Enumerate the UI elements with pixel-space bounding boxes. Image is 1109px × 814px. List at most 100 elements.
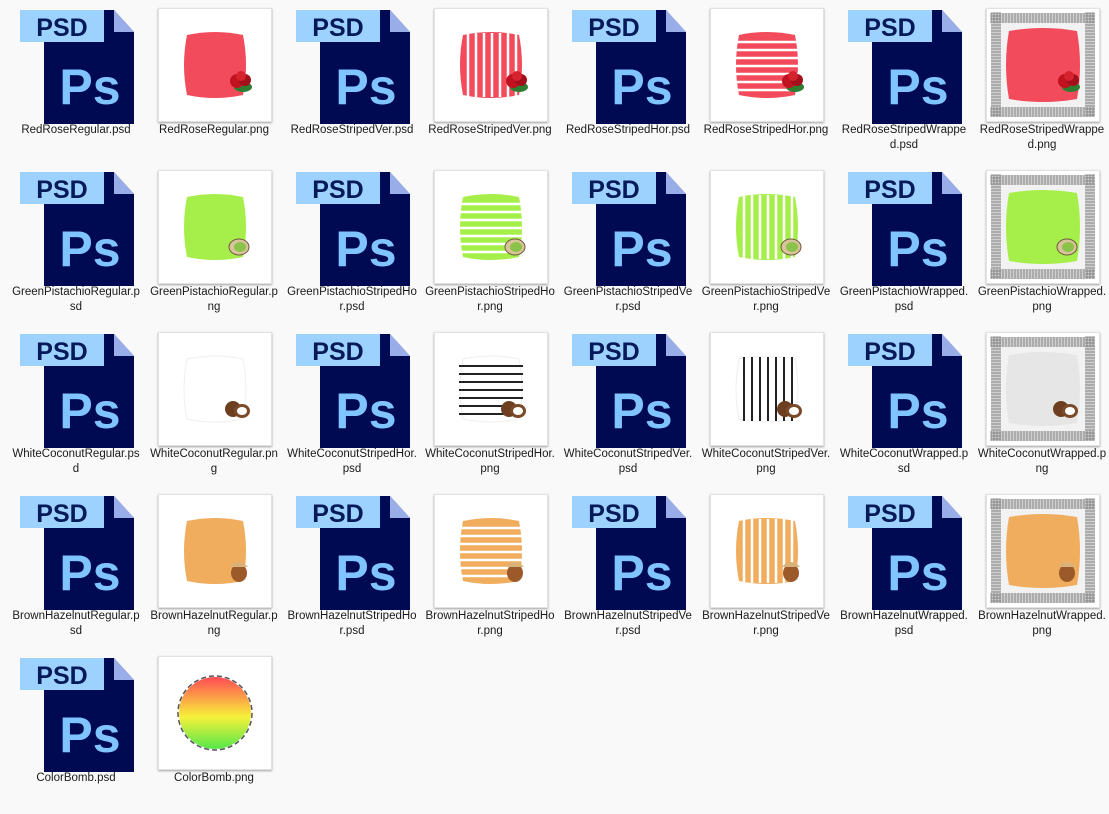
file-name-label: RedRoseStripedVer.psd [290,124,414,136]
svg-text:Ps: Ps [611,545,672,601]
photoshop-file-icon: PSD Ps [572,172,686,286]
file-item[interactable]: PSD Ps GreenPistachioStripedVer.psd [560,162,696,322]
pistachio-icon [780,238,802,256]
file-item[interactable]: RedRoseStripedWrapped.png [974,0,1109,160]
png-thumbnail-icon [432,170,548,286]
file-name-label: BrownHazelnutRegular.png [150,610,278,637]
file-name-label: GreenPistachioRegular.png [150,286,278,313]
svg-text:Ps: Ps [335,221,396,277]
file-item[interactable]: PSD Ps BrownHazelnutRegular.psd [8,486,144,646]
file-item[interactable]: PSD Ps WhiteCoconutRegular.psd [8,324,144,484]
file-name-label: GreenPistachioStripedHor.png [425,286,555,313]
png-thumbnail-icon [984,170,1100,286]
svg-text:PSD: PSD [864,176,915,204]
photoshop-file-icon: PSD Ps [848,334,962,448]
file-item[interactable]: PSD Ps ColorBomb.psd [8,648,144,808]
file-item[interactable]: RedRoseRegular.png [146,0,282,160]
file-item[interactable]: PSD Ps WhiteCoconutStripedVer.psd [560,324,696,484]
file-name-label: GreenPistachioRegular.psd [12,286,140,313]
file-item[interactable]: BrownHazelnutStripedHor.png [422,486,558,646]
svg-text:Ps: Ps [59,221,120,277]
file-item[interactable]: PSD Ps BrownHazelnutWrapped.psd [836,486,972,646]
psd-file-icon: PSD Ps [294,170,410,286]
svg-text:Ps: Ps [59,707,120,763]
file-item[interactable]: WhiteCoconutWrapped.png [974,324,1109,484]
svg-text:PSD: PSD [864,500,915,528]
svg-text:Ps: Ps [887,221,948,277]
file-item[interactable]: GreenPistachioStripedHor.png [422,162,558,322]
file-item[interactable]: ColorBomb.png [146,648,282,808]
image-thumbnail [434,332,548,446]
file-item[interactable]: PSD Ps BrownHazelnutStripedVer.psd [560,486,696,646]
psd-file-icon: PSD Ps [570,332,686,448]
file-item[interactable]: PSD Ps GreenPistachioStripedHor.psd [284,162,420,322]
image-thumbnail [158,170,272,284]
image-thumbnail [158,494,272,608]
file-item[interactable]: GreenPistachioWrapped.png [974,162,1109,322]
file-name-label: RedRoseStripedWrapped.png [979,124,1105,151]
psd-file-icon: PSD Ps [294,8,410,124]
svg-text:PSD: PSD [864,14,915,42]
file-item[interactable]: PSD Ps RedRoseStripedVer.psd [284,0,420,160]
file-item[interactable]: PSD Ps RedRoseStripedHor.psd [560,0,696,160]
photoshop-file-icon: PSD Ps [20,334,134,448]
file-item[interactable]: PSD Ps RedRoseRegular.psd [8,0,144,160]
png-thumbnail-icon [156,494,272,610]
svg-text:PSD: PSD [588,338,639,366]
file-item[interactable]: BrownHazelnutStripedVer.png [698,486,834,646]
psd-file-icon: PSD Ps [18,494,134,610]
image-thumbnail [710,332,824,446]
png-thumbnail-icon [432,494,548,610]
psd-file-icon: PSD Ps [846,494,962,610]
coconut-icon [501,401,526,418]
file-name-label: RedRoseRegular.png [159,124,269,136]
svg-text:Ps: Ps [887,545,948,601]
file-name-label: WhiteCoconutStripedVer.png [701,448,831,475]
file-item[interactable]: GreenPistachioStripedVer.png [698,162,834,322]
svg-text:Ps: Ps [335,59,396,115]
photoshop-file-icon: PSD Ps [848,10,962,124]
file-grid: PSD Ps RedRoseRegular.psd RedRoseRegular.pn… [0,0,1109,814]
file-name-label: WhiteCoconutWrapped.psd [839,448,969,475]
file-item[interactable]: PSD Ps GreenPistachioWrapped.psd [836,162,972,322]
png-thumbnail-icon [984,494,1100,610]
psd-file-icon: PSD Ps [18,656,134,772]
png-thumbnail-icon [708,8,824,124]
file-item[interactable]: RedRoseStripedHor.png [698,0,834,160]
file-item[interactable]: PSD Ps RedRoseStripedWrapped.psd [836,0,972,160]
png-thumbnail-icon [708,332,824,448]
file-item[interactable]: BrownHazelnutWrapped.png [974,486,1109,646]
file-name-label: WhiteCoconutRegular.png [150,448,278,475]
file-name-label: RedRoseStripedHor.psd [565,124,690,136]
file-name-label: BrownHazelnutRegular.psd [12,610,140,637]
svg-text:PSD: PSD [36,500,87,528]
svg-text:PSD: PSD [588,500,639,528]
file-name-label: GreenPistachioStripedVer.png [701,286,831,313]
file-item[interactable]: GreenPistachioRegular.png [146,162,282,322]
file-item[interactable]: PSD Ps GreenPistachioRegular.psd [8,162,144,322]
file-item[interactable]: PSD Ps WhiteCoconutStripedHor.psd [284,324,420,484]
file-item[interactable]: WhiteCoconutStripedVer.png [698,324,834,484]
file-item[interactable]: RedRoseStripedVer.png [422,0,558,160]
image-thumbnail [986,8,1100,122]
psd-file-icon: PSD Ps [846,332,962,448]
file-name-label: RedRoseRegular.psd [21,124,131,136]
psd-file-icon: PSD Ps [294,494,410,610]
photoshop-file-icon: PSD Ps [20,658,134,772]
file-item[interactable]: WhiteCoconutRegular.png [146,324,282,484]
file-item[interactable]: PSD Ps WhiteCoconutWrapped.psd [836,324,972,484]
image-thumbnail [434,494,548,608]
file-name-label: WhiteCoconutStripedHor.png [425,448,555,475]
file-item[interactable]: PSD Ps BrownHazelnutStripedHor.psd [284,486,420,646]
file-name-label: WhiteCoconutWrapped.png [977,448,1107,475]
file-item[interactable]: BrownHazelnutRegular.png [146,486,282,646]
png-thumbnail-icon [984,8,1100,124]
svg-text:PSD: PSD [36,14,87,42]
file-name-label: BrownHazelnutStripedHor.png [425,610,555,637]
svg-text:Ps: Ps [59,383,120,439]
file-item[interactable]: WhiteCoconutStripedHor.png [422,324,558,484]
image-thumbnail [158,656,272,770]
image-thumbnail [434,8,548,122]
file-name-label: GreenPistachioWrapped.psd [839,286,969,313]
psd-file-icon: PSD Ps [846,8,962,124]
